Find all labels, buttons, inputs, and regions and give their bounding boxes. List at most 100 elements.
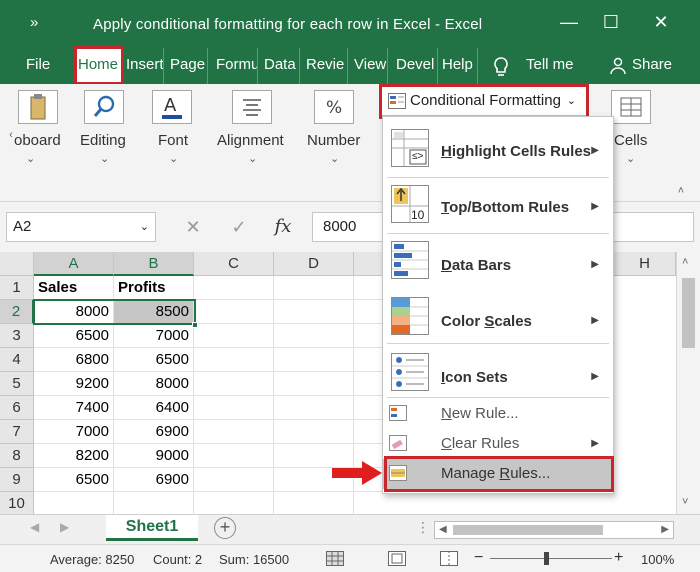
select-all-corner[interactable] bbox=[0, 252, 34, 276]
tell-me-search[interactable]: Tell me bbox=[524, 48, 580, 84]
row-header-7[interactable]: 7 bbox=[0, 420, 34, 444]
cell-a9[interactable]: 6500 bbox=[34, 468, 114, 492]
vertical-scroll-thumb[interactable] bbox=[682, 278, 695, 348]
horizontal-scrollbar[interactable]: ◀ ▶ bbox=[434, 521, 674, 539]
row-header-9[interactable]: 9 bbox=[0, 468, 34, 492]
tab-formulas[interactable]: Formu bbox=[214, 48, 258, 84]
conditional-formatting-button[interactable]: Conditional Formatting ⌄ bbox=[381, 86, 587, 116]
cell-b2[interactable]: 8500 bbox=[114, 300, 194, 324]
font-label[interactable]: Font bbox=[158, 132, 188, 149]
cell-a4[interactable]: 6800 bbox=[34, 348, 114, 372]
horizontal-scroll-thumb[interactable] bbox=[453, 525, 603, 535]
number-label[interactable]: Number bbox=[307, 132, 360, 149]
tab-developer[interactable]: Devel bbox=[394, 48, 438, 84]
editing-label[interactable]: Editing bbox=[80, 132, 126, 149]
tab-help[interactable]: Help bbox=[440, 48, 478, 84]
sheet-tab-sheet1[interactable]: Sheet1 bbox=[106, 515, 198, 541]
share-button[interactable]: Share bbox=[630, 48, 674, 84]
name-box[interactable]: A2 ⌄ bbox=[6, 212, 156, 242]
alignment-label[interactable]: Alignment bbox=[217, 132, 284, 149]
cell-b6[interactable]: 6400 bbox=[114, 396, 194, 420]
scroll-up-icon[interactable]: ˄ bbox=[682, 256, 688, 268]
tab-home[interactable]: Home bbox=[76, 48, 122, 84]
cell-b7[interactable]: 6900 bbox=[114, 420, 194, 444]
zoom-slider-thumb[interactable] bbox=[544, 552, 549, 565]
add-sheet-icon[interactable]: + bbox=[214, 517, 236, 539]
ribbon-collapse-icon[interactable]: ˄ bbox=[672, 182, 690, 200]
menu-highlight-cells-rules[interactable]: ≤> Highlight Cells Rules ▶ bbox=[383, 121, 613, 177]
menu-clear-rules[interactable]: Clear Rules ▶ bbox=[383, 429, 613, 459]
cell-b9[interactable]: 6900 bbox=[114, 468, 194, 492]
minimize-icon[interactable]: — bbox=[554, 8, 584, 36]
cell-b10[interactable] bbox=[114, 492, 194, 516]
cell-b5[interactable]: 8000 bbox=[114, 372, 194, 396]
name-box-chevron-icon[interactable]: ⌄ bbox=[140, 213, 149, 241]
search-icon[interactable] bbox=[84, 90, 124, 124]
scroll-right-icon[interactable]: ▶ bbox=[661, 524, 669, 535]
row-header-2[interactable]: 2 bbox=[0, 300, 34, 324]
menu-manage-rules[interactable]: Manage Rules... bbox=[383, 459, 613, 489]
page-break-preview-icon[interactable] bbox=[440, 551, 458, 566]
menu-color-scales[interactable]: Color Scales ▶ bbox=[383, 291, 613, 347]
next-sheet-icon[interactable]: ▶ bbox=[60, 520, 69, 534]
tab-page[interactable]: Page bbox=[168, 48, 208, 84]
cell-a8[interactable]: 8200 bbox=[34, 444, 114, 468]
row-header-3[interactable]: 3 bbox=[0, 324, 34, 348]
percent-icon[interactable]: % bbox=[314, 90, 354, 124]
menu-new-rule[interactable]: New Rule... bbox=[383, 399, 613, 429]
column-header-d[interactable]: D bbox=[274, 252, 354, 276]
menu-top-bottom-rules[interactable]: 10 Top/Bottom Rules ▶ bbox=[383, 177, 613, 233]
cell-a10[interactable] bbox=[34, 492, 114, 516]
cells-icon[interactable] bbox=[611, 90, 651, 124]
align-icon[interactable] bbox=[232, 90, 272, 124]
cell-a1[interactable]: Sales bbox=[34, 276, 114, 300]
column-header-a[interactable]: A bbox=[34, 252, 114, 276]
column-header-hidden[interactable] bbox=[354, 252, 384, 276]
scroll-left-icon[interactable]: ◀ bbox=[439, 524, 447, 535]
close-icon[interactable]: ✕ bbox=[646, 8, 676, 36]
row-header-1[interactable]: 1 bbox=[0, 276, 34, 300]
enter-check-icon[interactable]: ✓ bbox=[224, 212, 254, 242]
column-header-b[interactable]: B bbox=[114, 252, 194, 276]
zoom-out-button[interactable]: − bbox=[474, 549, 483, 567]
tab-file[interactable]: File bbox=[24, 48, 54, 84]
paste-icon[interactable] bbox=[18, 90, 58, 124]
insert-function-icon[interactable]: fx bbox=[268, 212, 298, 242]
tab-insert[interactable]: Insert bbox=[124, 48, 164, 84]
cell-a2[interactable]: 8000 bbox=[34, 300, 114, 324]
scroll-down-icon[interactable]: ˅ bbox=[682, 496, 688, 508]
cell-b1[interactable]: Profits bbox=[114, 276, 194, 300]
clipboard-label[interactable]: oboard bbox=[14, 132, 61, 149]
zoom-in-button[interactable]: + bbox=[614, 549, 623, 567]
prev-sheet-icon[interactable]: ◀ bbox=[30, 520, 39, 534]
menu-icon-sets[interactable]: Icon Sets ▶ bbox=[383, 347, 613, 399]
vertical-scrollbar[interactable]: ˄ ˅ bbox=[676, 252, 700, 514]
font-color-icon[interactable]: A bbox=[152, 90, 192, 124]
fill-handle[interactable] bbox=[192, 322, 198, 328]
normal-view-icon[interactable] bbox=[326, 551, 344, 566]
tab-split-handle-icon[interactable]: ⋮ bbox=[416, 519, 430, 536]
cell-a3[interactable]: 6500 bbox=[34, 324, 114, 348]
cancel-icon[interactable]: ✕ bbox=[178, 212, 208, 242]
tab-data[interactable]: Data bbox=[262, 48, 300, 84]
row-header-5[interactable]: 5 bbox=[0, 372, 34, 396]
page-layout-icon[interactable] bbox=[388, 551, 406, 566]
cells-label[interactable]: Cells bbox=[614, 132, 647, 149]
tab-view[interactable]: View bbox=[352, 48, 388, 84]
cell-a6[interactable]: 7400 bbox=[34, 396, 114, 420]
zoom-slider-track[interactable] bbox=[490, 558, 612, 559]
quick-access-toolbar-icon[interactable]: » bbox=[30, 14, 38, 31]
zoom-level[interactable]: 100% bbox=[641, 552, 674, 567]
cell-b8[interactable]: 9000 bbox=[114, 444, 194, 468]
row-header-4[interactable]: 4 bbox=[0, 348, 34, 372]
column-header-h[interactable]: H bbox=[614, 252, 676, 276]
cell-b3[interactable]: 7000 bbox=[114, 324, 194, 348]
row-header-6[interactable]: 6 bbox=[0, 396, 34, 420]
row-header-8[interactable]: 8 bbox=[0, 444, 34, 468]
cell-a7[interactable]: 7000 bbox=[34, 420, 114, 444]
column-header-c[interactable]: C bbox=[194, 252, 274, 276]
row-header-10[interactable]: 10 bbox=[0, 492, 34, 516]
maximize-icon[interactable]: ☐ bbox=[596, 8, 626, 36]
menu-data-bars[interactable]: Data Bars ▶ bbox=[383, 235, 613, 291]
cell-a5[interactable]: 9200 bbox=[34, 372, 114, 396]
